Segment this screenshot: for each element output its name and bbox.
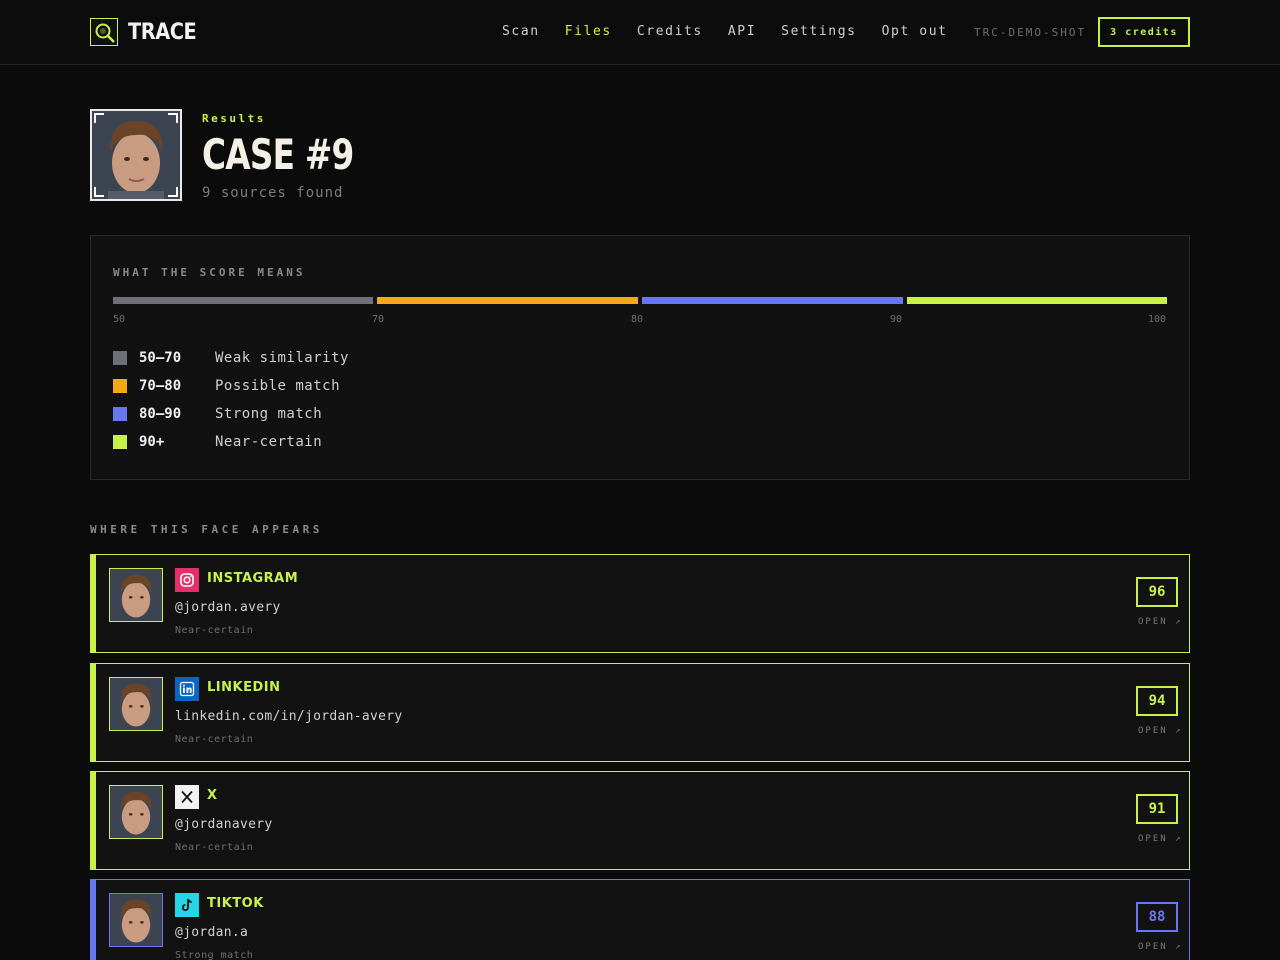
sources-count: 9 sources found [202, 185, 344, 201]
instagram-icon [175, 568, 199, 592]
legend-range: 80–90 [139, 406, 182, 422]
match-verdict: Near-certain [175, 734, 254, 745]
face-photo-icon [110, 894, 162, 946]
profile-handle: @jordan.avery [175, 600, 281, 615]
scale-tick: 90 [890, 314, 903, 325]
swatch-lime [113, 435, 127, 449]
face-photo-icon [110, 786, 162, 838]
legend-row-weak: 50–70 Weak similarity [113, 348, 349, 368]
open-link[interactable]: OPEN ↗ [1138, 726, 1183, 736]
legend-row-near-certain: 90+ Near-certain [113, 432, 322, 452]
nav-opt-out[interactable]: Opt out [882, 24, 948, 39]
face-photo-icon [110, 569, 162, 621]
result-card-instagram[interactable]: INSTAGRAM @jordan.avery Near-certain 96 … [90, 554, 1190, 653]
page-title: CASE #9 [202, 130, 354, 179]
open-link[interactable]: OPEN ↗ [1138, 942, 1183, 952]
match-verdict: Strong match [175, 950, 254, 960]
swatch-orange [113, 379, 127, 393]
profile-handle: @jordan.a [175, 925, 249, 940]
card-accent [91, 880, 96, 960]
result-card-linkedin[interactable]: LINKEDIN linkedin.com/in/jordan-avery Ne… [90, 663, 1190, 762]
match-verdict: Near-certain [175, 842, 254, 853]
results-heading: WHERE THIS FACE APPEARS [90, 523, 323, 536]
scale-tick: 100 [1148, 314, 1167, 325]
open-link[interactable]: OPEN ↗ [1138, 834, 1183, 844]
corner-mark [168, 187, 178, 197]
platform-name: X [207, 788, 218, 803]
subject-photo [90, 109, 182, 201]
score-legend-panel: WHAT THE SCORE MEANS 50 70 80 90 100 50–… [90, 235, 1190, 480]
scale-tick: 70 [372, 314, 385, 325]
result-card-x[interactable]: X @jordanavery Near-certain 91 OPEN ↗ [90, 771, 1190, 870]
match-score: 91 [1136, 794, 1178, 824]
match-thumbnail [109, 785, 163, 839]
legend-description: Near-certain [215, 434, 323, 450]
nav-api[interactable]: API [728, 24, 756, 39]
tiktok-icon [175, 893, 199, 917]
legend-description: Strong match [215, 406, 323, 422]
scale-segment-weak [113, 297, 373, 304]
face-photo-icon [110, 678, 162, 730]
linkedin-icon [175, 677, 199, 701]
legend-range: 90+ [139, 434, 165, 450]
logo[interactable]: TRACE [90, 18, 206, 46]
card-accent [91, 772, 96, 869]
legend-range: 70–80 [139, 378, 182, 394]
face-photo-icon [92, 111, 180, 199]
nav-settings[interactable]: Settings [781, 24, 856, 39]
main-nav: Scan Files Credits API Settings Opt out [502, 24, 973, 39]
app-name: TRACE [128, 19, 197, 45]
profile-handle: @jordanavery [175, 817, 273, 832]
profile-handle: linkedin.com/in/jordan-avery [175, 709, 403, 724]
scale-segment-possible [377, 297, 638, 304]
legend-description: Possible match [215, 378, 341, 394]
open-link[interactable]: OPEN ↗ [1138, 617, 1183, 627]
match-thumbnail [109, 568, 163, 622]
session-id: TRC-DEMO-SHOT [974, 26, 1087, 39]
credits-button[interactable]: 3 credits [1098, 17, 1190, 47]
magnifier-face-icon [90, 18, 118, 46]
match-score: 94 [1136, 686, 1178, 716]
nav-files[interactable]: Files [565, 24, 612, 39]
legend-range: 50–70 [139, 350, 182, 366]
match-thumbnail [109, 677, 163, 731]
nav-credits[interactable]: Credits [637, 24, 703, 39]
legend-row-strong: 80–90 Strong match [113, 404, 322, 424]
result-card-tiktok[interactable]: TIKTOK @jordan.a Strong match 88 OPEN ↗ [90, 879, 1190, 960]
card-accent [91, 555, 96, 652]
match-thumbnail [109, 893, 163, 947]
scale-tick: 80 [631, 314, 644, 325]
swatch-gray [113, 351, 127, 365]
x-icon [175, 785, 199, 809]
corner-mark [94, 113, 104, 123]
legend-row-possible: 70–80 Possible match [113, 376, 340, 396]
match-score: 88 [1136, 902, 1178, 932]
platform-name: TIKTOK [207, 896, 264, 911]
legend-heading: WHAT THE SCORE MEANS [113, 266, 306, 279]
match-score: 96 [1136, 577, 1178, 607]
match-verdict: Near-certain [175, 625, 254, 636]
corner-mark [94, 187, 104, 197]
platform-name: INSTAGRAM [207, 571, 299, 586]
corner-mark [168, 113, 178, 123]
scale-tick: 50 [113, 314, 126, 325]
swatch-blue [113, 407, 127, 421]
results-eyebrow: Results [202, 112, 266, 125]
platform-name: LINKEDIN [207, 680, 281, 695]
top-bar: TRACE Scan Files Credits API Settings Op… [0, 0, 1280, 65]
scale-segment-near-certain [907, 297, 1167, 304]
nav-scan[interactable]: Scan [502, 24, 540, 39]
legend-description: Weak similarity [215, 350, 349, 366]
scale-segment-strong [642, 297, 903, 304]
card-accent [91, 664, 96, 761]
